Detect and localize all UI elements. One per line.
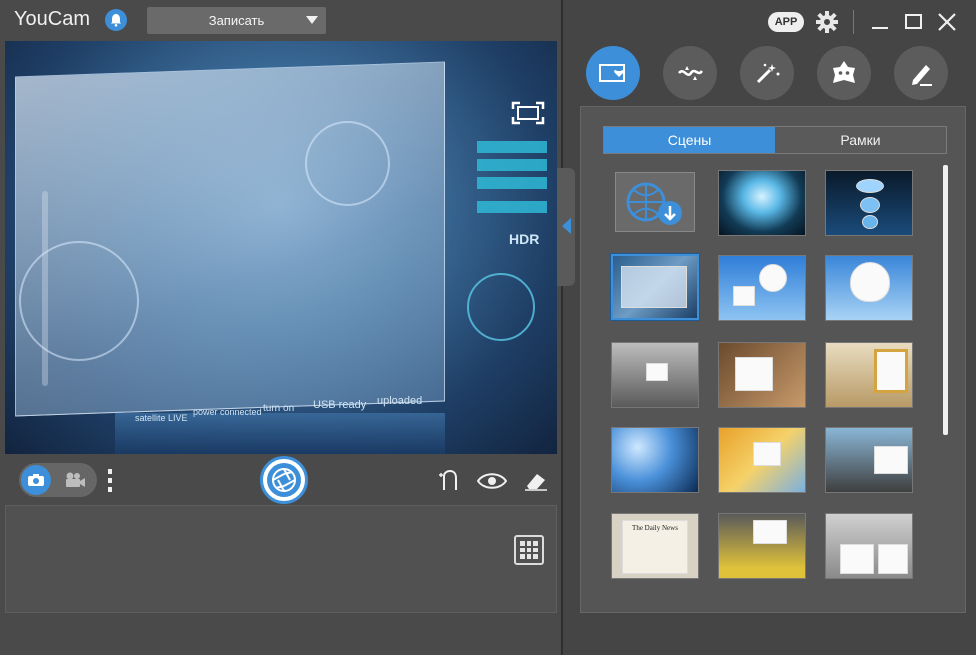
camera-pane: YouCam Записать HDR satellite LIVE power…: [0, 0, 562, 655]
label-power: power connected: [193, 407, 262, 417]
gear-icon[interactable]: [815, 10, 839, 34]
maximize-icon[interactable]: [902, 10, 926, 34]
shutter-button[interactable]: [260, 456, 308, 504]
effects-panel: Сцены Рамки The Daily News: [580, 106, 966, 613]
collapse-panel-handle[interactable]: [557, 168, 575, 286]
label-satellite: satellite LIVE: [135, 413, 188, 423]
effects-scrollbar[interactable]: [943, 165, 948, 435]
record-select-value: Записать: [208, 13, 265, 28]
bell-icon[interactable]: [105, 9, 127, 31]
aperture-icon: [267, 463, 301, 497]
particles-icon: [678, 66, 704, 80]
category-avatars-button[interactable]: [817, 46, 871, 100]
hud-floor: satellite LIVE power connected turn on U…: [115, 395, 445, 454]
category-drawing-button[interactable]: [894, 46, 948, 100]
category-filters-button[interactable]: [740, 46, 794, 100]
pen-icon: [912, 65, 932, 86]
thumb-blue-orbs[interactable]: [611, 427, 699, 493]
chevron-down-icon: [306, 16, 318, 24]
minimize-icon[interactable]: [869, 10, 893, 34]
magic-wand-icon: [756, 63, 780, 84]
eye-icon[interactable]: [476, 470, 508, 492]
camera-preview[interactable]: HDR satellite LIVE power connected turn …: [5, 41, 557, 454]
app-title: YouCam: [14, 8, 90, 30]
thumb-window-cleaners[interactable]: [825, 513, 913, 579]
hud-bar-2: [477, 159, 547, 171]
thumb-download-more[interactable]: [615, 172, 695, 232]
media-gallery[interactable]: [5, 505, 557, 613]
thumb-train-platform[interactable]: [825, 427, 913, 493]
face-tracking-icon[interactable]: [435, 469, 461, 492]
hud-circle-top: [305, 121, 390, 206]
capture-controls: [5, 456, 557, 504]
thumb-hot-air-balloon[interactable]: [825, 255, 913, 321]
hud-glass-panel: [15, 61, 445, 417]
thumb-billboard-sky[interactable]: [718, 255, 806, 321]
thumb-city-billboards-bw[interactable]: [611, 342, 699, 408]
record-select[interactable]: Записать: [147, 7, 326, 34]
hud-bar-1: [477, 141, 547, 153]
thumb-hud-panel[interactable]: [611, 254, 699, 320]
newspaper-title: The Daily News: [622, 520, 688, 574]
effects-tabs: Сцены Рамки: [603, 126, 947, 154]
tab-frames[interactable]: Рамки: [775, 127, 946, 153]
globe-download-icon: [616, 173, 694, 231]
thumb-autumn-painter[interactable]: [718, 427, 806, 493]
fullscreen-icon[interactable]: [511, 101, 545, 125]
camera-icon[interactable]: [21, 465, 51, 495]
label-usb-ready: USB ready: [313, 399, 367, 411]
more-options-icon[interactable]: [107, 468, 113, 494]
app-badge[interactable]: APP: [768, 12, 804, 32]
close-icon[interactable]: [935, 10, 959, 34]
eraser-icon[interactable]: [523, 470, 549, 492]
hud-circle-right: [467, 273, 535, 341]
hud-circle-large: [19, 241, 139, 361]
thumb-times-square[interactable]: [718, 513, 806, 579]
label-uploaded: uploaded: [377, 395, 423, 407]
mode-toggle[interactable]: [19, 463, 97, 497]
hud-bar-3: [477, 177, 547, 189]
thumb-spotlight-stage[interactable]: [718, 170, 806, 236]
grid-icon[interactable]: [514, 535, 544, 565]
chevron-left-icon: [562, 218, 571, 234]
header-separator: [853, 10, 854, 34]
thumb-daily-news[interactable]: The Daily News: [611, 513, 699, 579]
zoom-slider[interactable]: [42, 191, 48, 386]
scene-icon: [599, 64, 625, 82]
avatar-icon: [833, 61, 855, 83]
category-particles-button[interactable]: [663, 46, 717, 100]
tab-scenes[interactable]: Сцены: [604, 127, 775, 153]
hud-bar-4: [477, 201, 547, 213]
thumb-blue-bubbles-room[interactable]: [825, 170, 913, 236]
thumb-gallery-frame[interactable]: [825, 342, 913, 408]
thumb-person-holding-board[interactable]: [718, 342, 806, 408]
label-turn-on: turn on: [263, 403, 295, 414]
category-scenes-button[interactable]: [586, 46, 640, 100]
video-camera-icon[interactable]: [63, 471, 87, 489]
hdr-label: HDR: [509, 231, 540, 247]
